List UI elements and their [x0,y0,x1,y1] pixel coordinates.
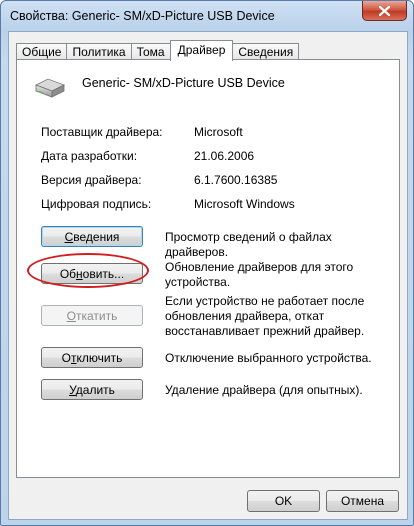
version-label: Версия драйвера: [41,173,142,187]
properties-window: Свойства: Generic- SM/xD-Picture USB Dev… [0,0,414,526]
tab-strip: Общие Политика Тома Драйвер Сведения [16,40,300,61]
usb-drive-icon [35,78,65,98]
close-icon [379,5,390,16]
title-bar[interactable]: Свойства: Generic- SM/xD-Picture USB Dev… [1,1,413,31]
date-label: Дата разработки: [41,149,138,163]
update-description: Обновление драйверов для этого устройств… [165,260,354,289]
highlight-ellipse [27,253,149,288]
tab-driver[interactable]: Драйвер [169,40,234,61]
disable-device-button[interactable]: Отключить [41,347,143,368]
window-title: Свойства: Generic- SM/xD-Picture USB Dev… [10,9,275,23]
ok-button[interactable]: OK [247,490,320,512]
provider-value: Microsoft [194,125,243,139]
disable-description: Отключение выбранного устройства. [165,351,372,365]
dialog-client-area: Общие Политика Тома Драйвер Сведения Gen… [8,31,408,520]
driver-tab-panel: Generic- SM/xD-Picture USB Device Постав… [16,59,400,478]
rollback-driver-button[interactable]: Откатить [41,305,143,326]
close-button[interactable] [362,1,407,21]
uninstall-description: Удаление драйвера (для опытных). [165,383,363,397]
uninstall-driver-button[interactable]: Удалить [41,379,143,400]
version-value: 6.1.7600.16385 [194,173,278,187]
provider-label: Поставщик драйвера: [41,125,163,139]
rollback-description: Если устройство не работает после обновл… [165,294,365,338]
device-name: Generic- SM/xD-Picture USB Device [82,76,285,90]
details-description: Просмотр сведений о файлах драйверов. [165,230,332,259]
signer-value: Microsoft Windows [194,197,295,211]
cancel-button[interactable]: Отмена [326,490,399,512]
date-value: 21.06.2006 [194,149,255,163]
driver-details-button[interactable]: Сведения [41,226,143,247]
signer-label: Цифровая подпись: [41,197,152,211]
